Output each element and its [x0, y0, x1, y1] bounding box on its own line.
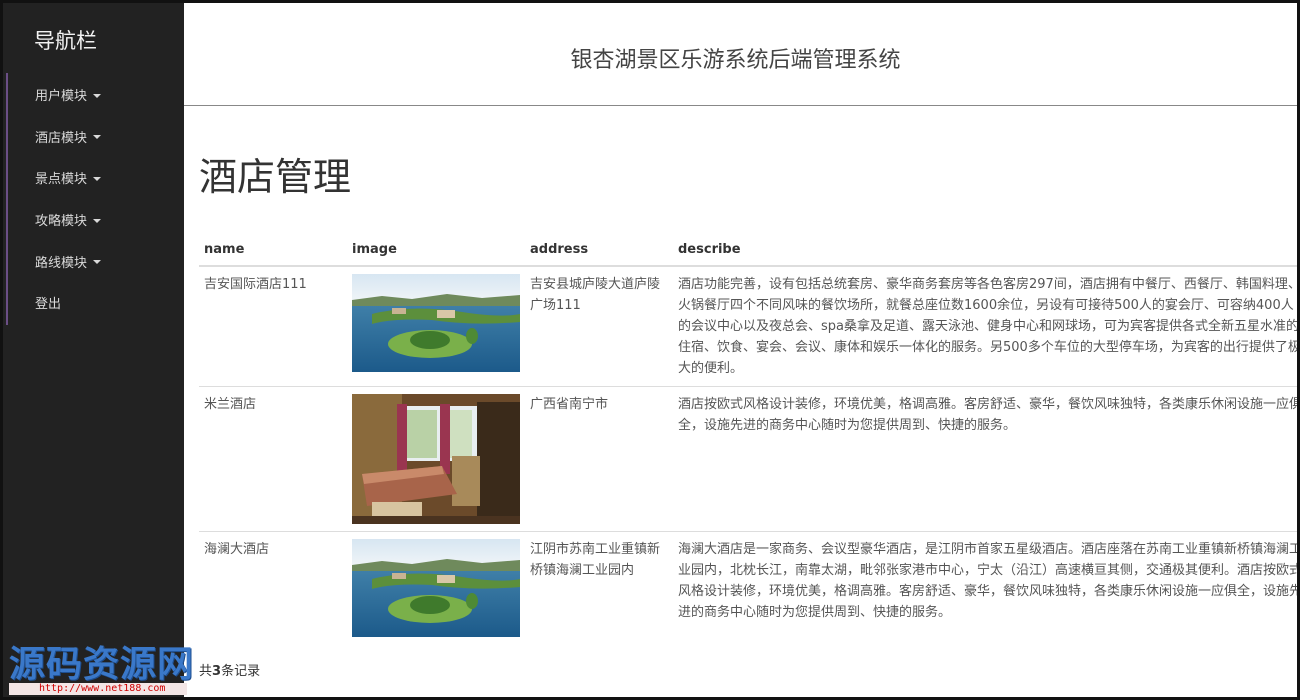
table-row: 吉安国际酒店111 吉安县城庐陵大道庐陵广场111 酒店功能完善，设有包括总统套…	[199, 265, 1297, 387]
sidebar-item-label: 路线模块	[35, 255, 88, 271]
caret-down-icon	[93, 176, 102, 181]
watermark-url: http://www.net188.com	[9, 683, 187, 695]
hotel-name: 海澜大酒店	[199, 531, 347, 644]
hotel-name: 吉安国际酒店111	[199, 265, 347, 387]
hotel-room-photo	[352, 394, 520, 524]
hotel-name: 米兰酒店	[199, 386, 347, 532]
sidebar-item-hotel-module[interactable]: 酒店模块	[3, 116, 184, 158]
page-title: 酒店管理	[199, 155, 352, 199]
caret-down-icon	[93, 218, 102, 223]
hotel-address: 江阴市苏南工业重镇新桥镇海澜工业园内	[525, 531, 673, 644]
caret-down-icon	[93, 260, 102, 265]
hotel-image-cell	[347, 531, 525, 644]
table-row: 海澜大酒店 江阴市苏南工业重镇新桥镇海澜工业园内 海澜大酒店是一家商务、会议型豪…	[199, 531, 1297, 644]
sidebar-item-label: 酒店模块	[35, 130, 88, 146]
sidebar-item-label: 攻略模块	[35, 214, 88, 230]
page-header: 银杏湖景区乐游系统后端管理系统	[184, 3, 1297, 106]
sidebar: 导航栏 用户模块 酒店模块 景点模块 攻略模块 路线模块 登出	[3, 3, 184, 697]
sidebar-item-scenic-module[interactable]: 景点模块	[3, 157, 184, 199]
hotel-address: 吉安县城庐陵大道庐陵广场111	[525, 265, 673, 387]
lake-island-photo	[352, 274, 520, 372]
column-header-address: address	[525, 236, 673, 267]
sidebar-item-label: 登出	[35, 297, 62, 313]
table-row: 米兰酒店 广西省南宁市 酒店按欧式风格设计装修，环境优美，格调高雅。客房舒适、豪…	[199, 386, 1297, 532]
sidebar-nav: 用户模块 酒店模块 景点模块 攻略模块 路线模块 登出	[3, 74, 184, 324]
column-header-describe: describe	[673, 236, 1297, 267]
watermark-text: 源码资源网	[9, 644, 195, 685]
record-count-suffix: 条记录	[221, 664, 261, 679]
column-header-image: image	[347, 236, 525, 267]
watermark: 源码资源网 http://www.net188.com	[9, 635, 207, 697]
sidebar-item-user-module[interactable]: 用户模块	[3, 74, 184, 116]
hotel-description: 酒店功能完善，设有包括总统套房、豪华商务套房等各色客房297间，酒店拥有中餐厅、…	[673, 265, 1297, 387]
hotel-description: 海澜大酒店是一家商务、会议型豪华酒店，是江阴市首家五星级酒店。酒店座落在苏南工业…	[673, 531, 1297, 644]
record-count: 共3条记录	[199, 660, 260, 679]
hotel-table: name image address describe 吉安国际酒店111 吉安…	[199, 236, 1297, 644]
caret-down-icon	[93, 93, 102, 98]
column-header-name: name	[199, 236, 347, 267]
hotel-address: 广西省南宁市	[525, 386, 673, 532]
caret-down-icon	[93, 135, 102, 140]
table-header-row: name image address describe	[199, 236, 1297, 267]
record-count-number: 3	[212, 664, 222, 679]
app-window: 导航栏 用户模块 酒店模块 景点模块 攻略模块 路线模块 登出 银杏湖景区乐游系…	[0, 0, 1300, 700]
sidebar-item-label: 用户模块	[35, 89, 88, 105]
hotel-image-cell	[347, 386, 525, 532]
hotel-image-cell	[347, 265, 525, 387]
app-title: 银杏湖景区乐游系统后端管理系统	[570, 48, 901, 73]
sidebar-item-guide-module[interactable]: 攻略模块	[3, 199, 184, 241]
sidebar-item-logout[interactable]: 登出	[3, 282, 184, 324]
hotel-table-container: name image address describe 吉安国际酒店111 吉安…	[199, 236, 1297, 644]
hotel-description: 酒店按欧式风格设计装修，环境优美，格调高雅。客房舒适、豪华，餐饮风味独特，各类康…	[673, 386, 1297, 532]
sidebar-item-route-module[interactable]: 路线模块	[3, 240, 184, 282]
sidebar-brand: 导航栏	[34, 29, 97, 53]
sidebar-item-label: 景点模块	[35, 172, 88, 188]
lake-island-photo	[352, 539, 520, 637]
